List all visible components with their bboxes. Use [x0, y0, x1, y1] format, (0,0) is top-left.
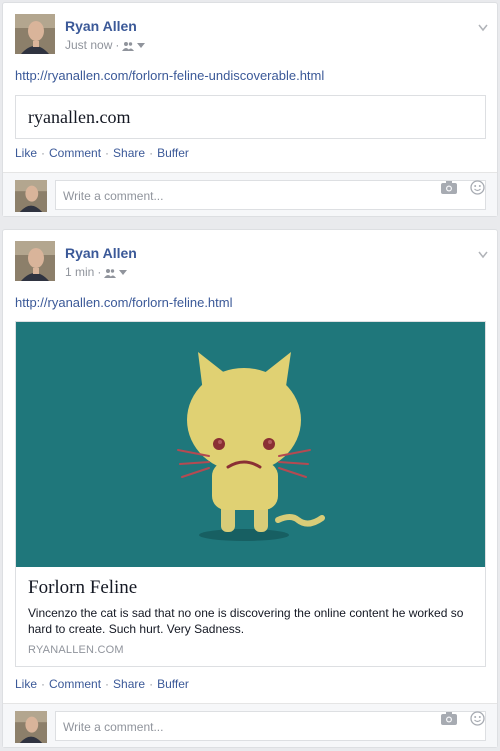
- comment-link[interactable]: Comment: [49, 146, 101, 160]
- card-image[interactable]: [16, 322, 485, 567]
- cat-illustration: [16, 322, 485, 567]
- post-meta: Just now ·: [65, 38, 146, 54]
- comment-input[interactable]: Write a comment...: [55, 711, 486, 741]
- post-link[interactable]: http://ryanallen.com/forlorn-feline.html: [15, 295, 232, 310]
- friends-icon[interactable]: [104, 267, 117, 281]
- like-link[interactable]: Like: [15, 677, 37, 691]
- smiley-icon[interactable]: [470, 711, 485, 731]
- comment-input[interactable]: Write a comment...: [55, 180, 486, 210]
- post-meta: 1 min ·: [65, 265, 128, 281]
- card-domain: RYANALLEN.COM: [28, 644, 124, 656]
- share-link[interactable]: Share: [113, 146, 145, 160]
- card-description: Vincenzo the cat is sad that no one is d…: [28, 606, 464, 636]
- timestamp[interactable]: Just now: [65, 38, 112, 52]
- author-name[interactable]: Ryan Allen: [65, 18, 137, 34]
- comment-bar: Write a comment...: [3, 703, 497, 747]
- commenter-avatar: [15, 180, 47, 212]
- card-title[interactable]: Forlorn Feline: [28, 577, 137, 599]
- link-preview-card[interactable]: Forlorn Feline Vincenzo the cat is sad t…: [15, 321, 486, 667]
- post-link[interactable]: http://ryanallen.com/forlorn-feline-undi…: [15, 68, 324, 83]
- timestamp[interactable]: 1 min: [65, 265, 94, 279]
- chevron-down-icon[interactable]: [478, 246, 488, 259]
- comment-bar: Write a comment...: [3, 172, 497, 216]
- like-link[interactable]: Like: [15, 146, 37, 160]
- buffer-link[interactable]: Buffer: [157, 677, 189, 691]
- friends-icon[interactable]: [122, 40, 135, 54]
- comment-link[interactable]: Comment: [49, 677, 101, 691]
- link-preview-card[interactable]: ryanallen.com: [15, 95, 486, 139]
- card-site-name: ryanallen.com: [28, 107, 131, 127]
- camera-icon[interactable]: [441, 181, 457, 199]
- post-card: Ryan Allen 1 min · http://ryanallen.com/f…: [2, 229, 498, 748]
- buffer-link[interactable]: Buffer: [157, 146, 189, 160]
- author-name[interactable]: Ryan Allen: [65, 245, 137, 261]
- smiley-icon[interactable]: [470, 180, 485, 200]
- author-avatar[interactable]: [15, 241, 55, 281]
- post-actions: Like · Comment · Share · Buffer: [15, 146, 189, 160]
- post-card: Ryan Allen Just now · http://ryanallen.co…: [2, 2, 498, 217]
- chevron-down-icon[interactable]: [478, 19, 488, 32]
- caret-down-icon[interactable]: [137, 43, 146, 48]
- share-link[interactable]: Share: [113, 677, 145, 691]
- caret-down-icon[interactable]: [119, 270, 128, 275]
- post-actions: Like · Comment · Share · Buffer: [15, 677, 189, 691]
- camera-icon[interactable]: [441, 712, 457, 730]
- commenter-avatar: [15, 711, 47, 743]
- author-avatar[interactable]: [15, 14, 55, 54]
